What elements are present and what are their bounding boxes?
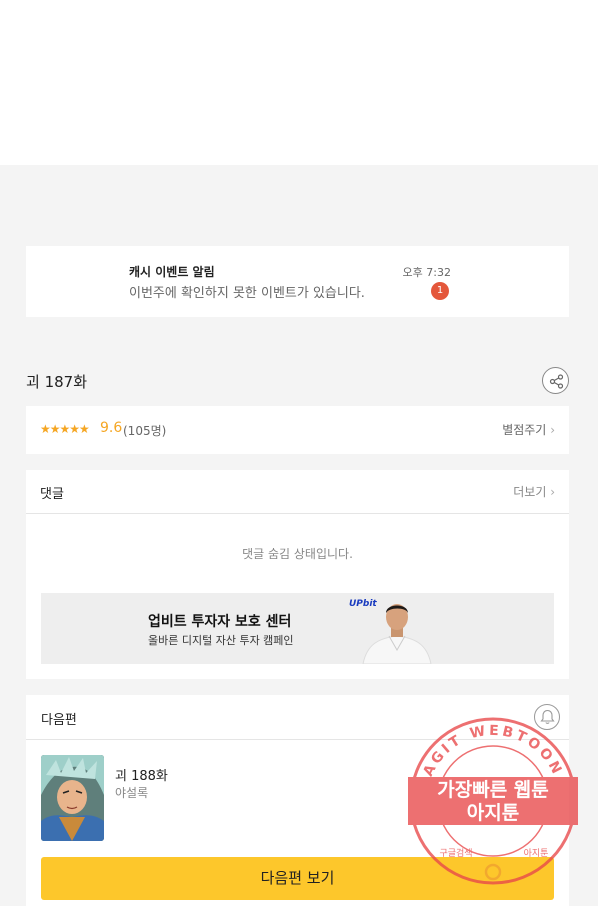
rate-button-label: 별점주기 bbox=[502, 423, 547, 437]
ad-subtitle: 올바른 디지털 자산 투자 캠페인 bbox=[148, 634, 294, 647]
upbit-ad-banner[interactable]: 업비트 투자자 보호 센터 올바른 디지털 자산 투자 캠페인 UPbit bbox=[41, 593, 554, 664]
rate-button[interactable]: 별점주기 › bbox=[502, 421, 555, 438]
comments-hidden-message: 댓글 숨김 상태입니다. bbox=[242, 547, 353, 561]
chevron-right-icon: › bbox=[550, 485, 555, 499]
share-button[interactable] bbox=[542, 367, 569, 394]
notification-message: 이번주에 확인하지 못한 이벤트가 있습니다. bbox=[129, 286, 365, 301]
watermark-bottom-left: 구글검색 bbox=[439, 847, 472, 859]
watermark-line2: 아지툰 bbox=[467, 802, 519, 824]
watermark-ring-text: AGIT WEBTOON bbox=[420, 723, 562, 779]
rating-stars: ★★★★★ bbox=[40, 422, 90, 436]
share-icon bbox=[549, 374, 564, 389]
episode-title: 괴 187화 bbox=[26, 373, 87, 391]
comments-more-button[interactable]: 더보기 › bbox=[513, 483, 555, 500]
chevron-right-icon: › bbox=[550, 423, 555, 437]
agit-webtoon-watermark: AGIT WEBTOON 가장빠른 웹툰 아지툰 구글검색 아지툰 bbox=[408, 717, 578, 885]
google-icon bbox=[484, 863, 502, 881]
svg-text:AGIT WEBTOON: AGIT WEBTOON bbox=[420, 723, 565, 779]
next-episode-thumbnail[interactable] bbox=[41, 755, 104, 841]
watermark-line1: 가장빠른 웹툰 bbox=[437, 779, 549, 801]
top-blank-area bbox=[0, 0, 598, 165]
next-episode-section-title: 다음편 bbox=[41, 713, 77, 728]
rating-score: 9.6 bbox=[100, 420, 123, 436]
next-episode-author: 야설록 bbox=[115, 786, 149, 800]
thumbnail-art bbox=[41, 755, 104, 841]
comments-section: 댓글 더보기 › 댓글 숨김 상태입니다. 업비트 투자자 보호 센터 올바른 … bbox=[26, 470, 569, 679]
comments-header: 댓글 더보기 › bbox=[26, 470, 569, 514]
rating-card: ★★★★★ 9.6 (105명) 별점주기 › bbox=[26, 406, 569, 454]
rating-count: (105명) bbox=[123, 424, 167, 438]
notification-title: 캐시 이벤트 알림 bbox=[129, 265, 215, 279]
ad-person-image bbox=[362, 604, 432, 664]
comments-title: 댓글 bbox=[40, 487, 64, 502]
watermark-bottom-right: 아지툰 bbox=[524, 848, 549, 859]
notification-count-badge: 1 bbox=[431, 282, 449, 300]
next-episode-title[interactable]: 괴 188화 bbox=[115, 765, 168, 784]
cash-event-notification[interactable]: 캐시 이벤트 알림 이번주에 확인하지 못한 이벤트가 있습니다. 오후 7:3… bbox=[26, 246, 569, 317]
comments-more-label: 더보기 bbox=[513, 485, 547, 499]
notification-time: 오후 7:32 bbox=[402, 266, 451, 279]
ad-title: 업비트 투자자 보호 센터 bbox=[148, 614, 292, 630]
